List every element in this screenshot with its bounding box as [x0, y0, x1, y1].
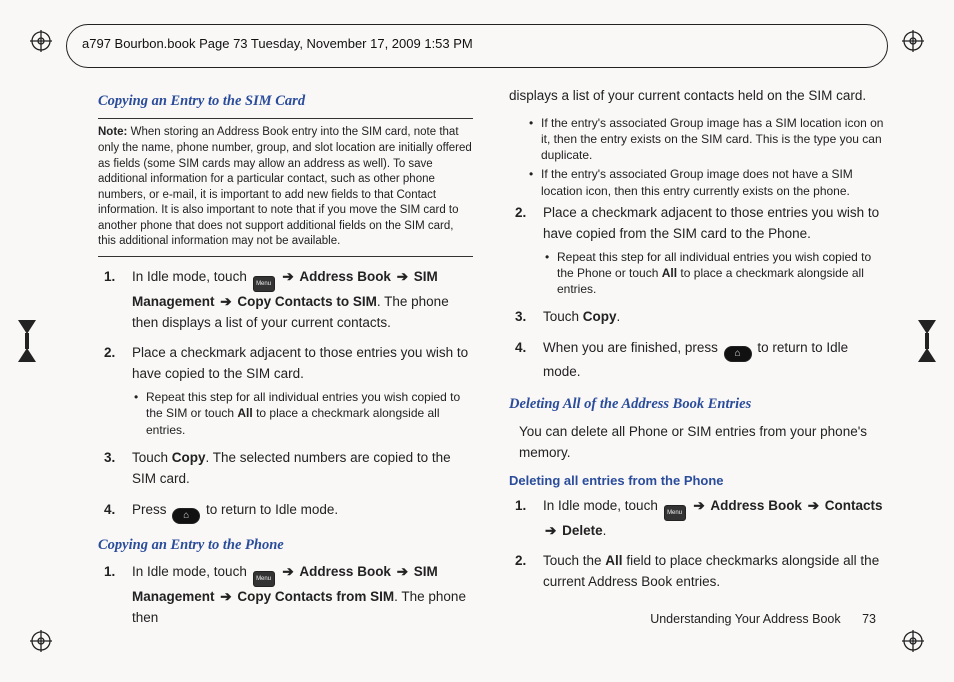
step-item: Touch the All field to place checkmarks … [509, 551, 884, 593]
step-text: When you are finished, press [543, 340, 722, 355]
arrow-icon: ➔ [397, 269, 408, 284]
menu-icon: Menu [253, 571, 275, 587]
substep-item: If the entry's associated Group image ha… [527, 115, 884, 164]
crop-mark-icon [30, 30, 52, 52]
note-label: Note: [98, 126, 127, 138]
steps-delete-from-phone: In Idle mode, touch Menu ➔ Address Book … [509, 496, 884, 594]
continuation-para: displays a list of your current contacts… [509, 86, 884, 107]
step-text: In Idle mode, touch [132, 269, 251, 284]
heading-copy-to-phone: Copying an Entry to the Phone [98, 534, 473, 556]
step-item: When you are finished, press ⌂ to return… [509, 338, 884, 383]
path-segment: Delete [562, 523, 603, 538]
step-text: Touch the [543, 553, 605, 568]
phone-key-icon: ⌂ [724, 346, 752, 362]
path-segment: Address Book [299, 564, 391, 579]
menu-icon: Menu [664, 505, 686, 521]
delete-intro-para: You can delete all Phone or SIM entries … [519, 422, 884, 464]
registration-mark-icon [12, 320, 42, 362]
left-column: Copying an Entry to the SIM Card Note: W… [98, 82, 473, 622]
registration-mark-icon [912, 320, 942, 362]
path-segment: Copy Contacts to SIM [237, 294, 377, 309]
page-footer: Understanding Your Address Book 73 [650, 612, 876, 626]
step-item: Touch Copy. The selected numbers are cop… [98, 448, 473, 490]
arrow-icon: ➔ [693, 498, 704, 513]
menu-icon: Menu [253, 276, 275, 292]
note-text: When storing an Address Book entry into … [98, 126, 472, 247]
arrow-icon: ➔ [282, 564, 293, 579]
path-segment: Address Book [299, 269, 391, 284]
heading-delete-all: Deleting All of the Address Book Entries [509, 393, 884, 415]
bold-copy: Copy [172, 450, 206, 465]
step-item: Place a checkmark adjacent to those entr… [98, 343, 473, 437]
heading-copy-to-sim: Copying an Entry to the SIM Card [98, 90, 473, 112]
right-column: displays a list of your current contacts… [509, 82, 884, 622]
steps-copy-to-phone: In Idle mode, touch Menu ➔ Address Book … [98, 562, 473, 629]
step-tail: to return to Idle mode. [206, 502, 338, 517]
note-box: Note: When storing an Address Book entry… [98, 118, 473, 256]
path-segment: Copy Contacts from SIM [237, 589, 394, 604]
chapter-title: Understanding Your Address Book [650, 612, 840, 626]
arrow-icon: ➔ [220, 589, 231, 604]
arrow-icon: ➔ [282, 269, 293, 284]
step-text: Press [132, 502, 170, 517]
crop-mark-icon [902, 630, 924, 652]
step-text: Place a checkmark adjacent to those entr… [132, 345, 468, 381]
step-tail: . [603, 523, 607, 538]
phone-key-icon: ⌂ [172, 508, 200, 524]
bold-all: All [237, 406, 252, 420]
step-text: Touch [132, 450, 172, 465]
crop-mark-icon [902, 30, 924, 52]
substep-item: Repeat this step for all individual entr… [132, 389, 473, 438]
step-item: In Idle mode, touch Menu ➔ Address Book … [98, 562, 473, 629]
bold-all: All [662, 266, 677, 280]
arrow-icon: ➔ [545, 523, 556, 538]
step-item: In Idle mode, touch Menu ➔ Address Book … [509, 496, 884, 542]
substep-item: Repeat this step for all individual entr… [543, 249, 884, 298]
arrow-icon: ➔ [397, 564, 408, 579]
path-segment: Contacts [825, 498, 883, 513]
substep-item: If the entry's associated Group image do… [527, 166, 884, 198]
page-number: 73 [862, 612, 876, 626]
steps-copy-from-sim-cont: Place a checkmark adjacent to those entr… [509, 203, 884, 383]
steps-copy-to-sim: In Idle mode, touch Menu ➔ Address Book … [98, 267, 473, 524]
step-text: In Idle mode, touch [543, 498, 662, 513]
step-item: In Idle mode, touch Menu ➔ Address Book … [98, 267, 473, 334]
running-header: a797 Bourbon.book Page 73 Tuesday, Novem… [82, 36, 473, 51]
step-item: Press ⌂ to return to Idle mode. [98, 500, 473, 524]
bold-all: All [605, 553, 622, 568]
crop-mark-icon [30, 630, 52, 652]
step-tail: . [617, 309, 621, 324]
step-text: Place a checkmark adjacent to those entr… [543, 205, 879, 241]
path-segment: Address Book [710, 498, 802, 513]
arrow-icon: ➔ [808, 498, 819, 513]
step-item: Place a checkmark adjacent to those entr… [509, 203, 884, 297]
step-item: Touch Copy. [509, 307, 884, 328]
heading-delete-from-phone: Deleting all entries from the Phone [509, 471, 884, 491]
arrow-icon: ➔ [220, 294, 231, 309]
step-text: In Idle mode, touch [132, 564, 251, 579]
step-text: Touch [543, 309, 583, 324]
bold-copy: Copy [583, 309, 617, 324]
